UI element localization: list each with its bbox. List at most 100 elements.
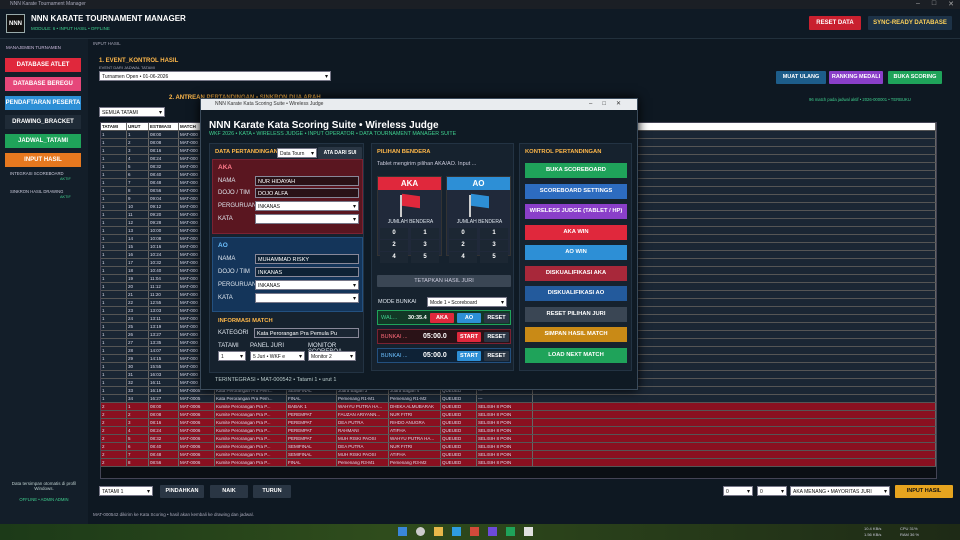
load-data-button[interactable]: ATA DARI SUI: [318, 147, 362, 159]
start-icon[interactable]: [398, 527, 407, 536]
sidebar-item-0[interactable]: DATABASE ATLET: [5, 58, 81, 72]
table-cell: 08:08: [149, 139, 179, 146]
table-row[interactable]: 2 2 08:08 MAT-0006 Kumite Perorangan Pra P..…: [101, 411, 936, 419]
ao-dojo-field[interactable]: INKANAS: [255, 267, 359, 277]
table-cell: Pemenang R1-M2: [389, 395, 441, 402]
search-icon[interactable]: [416, 527, 425, 536]
app-icon[interactable]: [524, 527, 533, 536]
folder-icon[interactable]: [434, 527, 443, 536]
sidebar-item-2[interactable]: PENDAFTARAN PESERTA: [5, 96, 81, 110]
table-cell: 1: [101, 227, 127, 234]
browser-icon[interactable]: [452, 527, 461, 536]
app-icon[interactable]: [470, 527, 479, 536]
aka-flag-count-button[interactable]: 1: [411, 228, 439, 239]
aka-name-field[interactable]: NUR HIDAYAH: [255, 176, 359, 186]
kategori-field[interactable]: Kata Perorangan Pra Pemula Pu: [254, 328, 359, 338]
wal-ao-button[interactable]: AO: [457, 313, 481, 323]
ao-flag-count-button[interactable]: 3: [480, 240, 508, 251]
open-scoring-button[interactable]: BUKA SCORING: [888, 71, 942, 84]
aka-flag-count-button[interactable]: 0: [380, 228, 408, 239]
table-row[interactable]: 2 4 08:24 MAT-0006 Kumite Perorangan Pra P..…: [101, 427, 936, 435]
sync-database-button[interactable]: SYNC-READY DATABASE: [868, 16, 952, 30]
control-button-3[interactable]: AKA WIN: [525, 224, 627, 240]
aka-flag-count-button[interactable]: 4: [380, 252, 408, 263]
table-cell: QUEUED: [441, 395, 477, 402]
app-icon[interactable]: [488, 527, 497, 536]
ranking-button[interactable]: RANKING MEDALI: [829, 71, 883, 84]
table-row[interactable]: 2 1 08:00 MAT-0006 Kumite Perorangan Pra P..…: [101, 403, 936, 411]
column-header[interactable]: URUT: [127, 123, 149, 130]
control-button-6[interactable]: DISKUALIFIKASI AO: [525, 286, 627, 301]
tatami-select[interactable]: 1: [218, 351, 246, 362]
reset-data-button[interactable]: RESET DATA: [809, 16, 861, 30]
sidebar-item-3[interactable]: DRAWING_BRACKET: [5, 115, 81, 129]
column-header[interactable]: TATAMI: [101, 123, 127, 130]
column-header[interactable]: ESTIMASI: [149, 123, 179, 130]
tatami-filter[interactable]: SEMUA TATAMI: [99, 107, 165, 118]
table-cell: 6: [127, 443, 149, 450]
ao-flag-count-button[interactable]: 1: [480, 228, 508, 239]
monitor-select[interactable]: Monitor 2: [308, 351, 356, 362]
minimize-icon[interactable]: –: [916, 0, 920, 9]
table-cell: 13:35: [149, 339, 179, 346]
aka-dojo-field[interactable]: DOJO ALFA: [255, 188, 359, 198]
wal-aka-button[interactable]: AKA: [430, 313, 454, 323]
control-button-0[interactable]: BUKA SCOREBOARD: [525, 163, 627, 178]
bunkai-aka-start-button[interactable]: START: [457, 332, 481, 342]
sidebar-item-5[interactable]: INPUT HASIL: [5, 153, 81, 167]
ao-flag-count-button[interactable]: 4: [449, 252, 477, 263]
control-button-9[interactable]: LOAD NEXT MATCH: [525, 347, 627, 363]
jumlah-label: JUMLAH BENDERA: [387, 219, 434, 225]
maximize-icon[interactable]: □: [932, 0, 936, 9]
control-button-1[interactable]: SCOREBOARD SETTINGS: [525, 183, 627, 199]
ao-flag-count-button[interactable]: 5: [480, 252, 508, 263]
aka-perguruan-select[interactable]: INKANAS: [255, 201, 359, 212]
table-cell: Kumite Perorangan Pra P...: [215, 403, 287, 410]
reload-button[interactable]: MUAT ULANG: [776, 71, 826, 84]
table-row[interactable]: 2 6 08:40 MAT-0006 Kumite Perorangan Pra P..…: [101, 443, 936, 451]
table-row[interactable]: 1 34 16:27 MAT-0005 Kata Perorangan Pra Pem.…: [101, 395, 936, 403]
aka-flag-count-button[interactable]: 2: [380, 240, 408, 251]
score-aka-input[interactable]: 0: [723, 486, 753, 497]
control-button-2[interactable]: WIRELESS JUDGE (TABLET / HP): [525, 204, 627, 219]
control-button-5[interactable]: DISKUALIFIKASI AKA: [525, 265, 627, 281]
wal-reset-button[interactable]: RESET: [484, 313, 509, 323]
dialog-window-controls[interactable]: –□✕: [589, 99, 631, 110]
aka-flag-count-button[interactable]: 5: [411, 252, 439, 263]
set-judge-result-button[interactable]: TETAPKAN HASIL JURI: [377, 275, 511, 287]
table-row[interactable]: 2 7 08:48 MAT-0006 Kumite Perorangan Pra P..…: [101, 451, 936, 459]
up-button[interactable]: NAIK: [210, 485, 248, 498]
ao-name-field[interactable]: MUHAMMAD RISKY: [255, 254, 359, 264]
control-button-7[interactable]: RESET PILIHAN JURI: [525, 306, 627, 322]
bottom-tatami-select[interactable]: TATAMI 1: [99, 486, 153, 497]
bunkai-ao-start-button[interactable]: START: [457, 351, 481, 361]
table-cell: 1: [101, 267, 127, 274]
panel-select[interactable]: 5 Juri • WKF e: [250, 351, 305, 362]
control-button-8[interactable]: SIMPAN HASIL MATCH: [525, 327, 627, 342]
data-source-select[interactable]: Data Tourn: [277, 148, 317, 159]
event-select[interactable]: Turnamen Open • 01-06-2026: [99, 71, 331, 82]
ao-flag-count-button[interactable]: 2: [449, 240, 477, 251]
table-row[interactable]: 2 3 08:16 MAT-0006 Kumite Perorangan Pra P..…: [101, 419, 936, 427]
sidebar-item-4[interactable]: JADWAL_TATAMI: [5, 134, 81, 148]
result-select[interactable]: AKA MENANG • MAYORITAS JURI: [790, 486, 890, 497]
aka-flag-count-button[interactable]: 3: [411, 240, 439, 251]
ao-flag-count-button[interactable]: 0: [449, 228, 477, 239]
bunkai-ao-reset-button[interactable]: RESET: [484, 351, 509, 361]
table-row[interactable]: 2 8 08:56 MAT-0006 Kumite Perorangan Pra P..…: [101, 459, 936, 467]
mode-select[interactable]: Mode 1 • Scoreboard: [427, 297, 507, 308]
control-button-4[interactable]: AO WIN: [525, 245, 627, 260]
app-icon[interactable]: [506, 527, 515, 536]
aka-kata-select[interactable]: [255, 214, 359, 225]
move-button[interactable]: PINDAHKAN: [160, 485, 204, 498]
table-row[interactable]: 2 5 08:32 MAT-0006 Kumite Perorangan Pra P..…: [101, 435, 936, 443]
input-result-button[interactable]: INPUT HASIL: [895, 485, 953, 498]
score-ao-input[interactable]: 0: [757, 486, 787, 497]
bunkai-aka-reset-button[interactable]: RESET: [484, 332, 509, 342]
close-icon[interactable]: ✕: [948, 0, 954, 9]
down-button[interactable]: TURUN: [253, 485, 291, 498]
ao-perguruan-select[interactable]: INKANAS: [255, 280, 359, 291]
ao-kata-select[interactable]: [255, 293, 359, 304]
sidebar-item-1[interactable]: DATABASE BEREGU: [5, 77, 81, 91]
table-cell: FAUZAN ARIYANN...: [337, 411, 389, 418]
